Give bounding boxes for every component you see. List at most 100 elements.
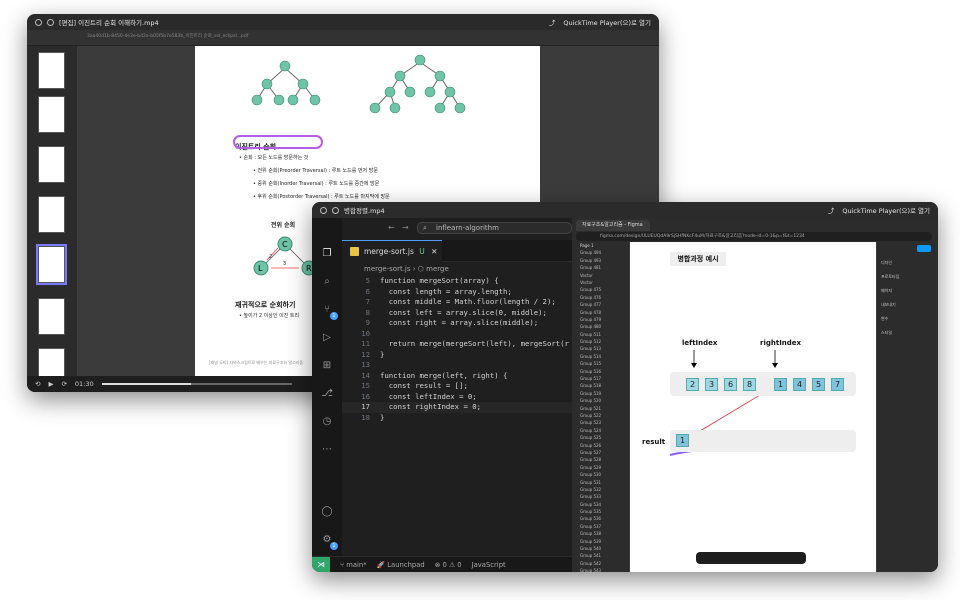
code-line[interactable]: 16 const leftIndex = 0; [342, 392, 572, 403]
layer-item[interactable]: Group 517 [572, 375, 629, 382]
layer-item[interactable]: Group 516 [572, 368, 629, 375]
layer-item[interactable]: Group 541 [572, 552, 629, 559]
open-with-player-button[interactable]: QuickTime Player(으)로 열기 [563, 17, 651, 27]
layer-item[interactable]: Group 523 [572, 419, 629, 426]
url-bar[interactable]: figma.com/design/ULUEUQdA9rSjSHfNKcF4uM/… [576, 232, 932, 241]
figma-page-name[interactable]: Page 1 [572, 242, 629, 249]
git-graph-icon[interactable]: ⎇ [321, 388, 333, 400]
search-icon[interactable]: ⌕ [321, 276, 333, 288]
code-line[interactable]: 6 const length = array.length; [342, 287, 572, 298]
layer-item[interactable]: Group 533 [572, 493, 629, 500]
back-arrow-icon[interactable]: ← [388, 223, 395, 232]
figma-toolbar[interactable] [696, 552, 806, 564]
run-debug-icon[interactable]: ▷ [321, 332, 333, 344]
layer-item[interactable]: Group 539 [572, 538, 629, 545]
extensions-icon[interactable]: ⊞ [321, 360, 333, 372]
layer-item[interactable]: Vector [572, 272, 629, 279]
rewind-icon[interactable]: ⟲ [35, 380, 40, 388]
layer-item[interactable]: Group 511 [572, 331, 629, 338]
layer-item[interactable]: Group 514 [572, 353, 629, 360]
layer-item[interactable]: Group 525 [572, 434, 629, 441]
timeline-icon[interactable]: ◷ [321, 416, 333, 428]
page-thumbnail[interactable] [38, 96, 65, 133]
explorer-icon[interactable]: ❐ [321, 248, 333, 260]
command-center-search[interactable]: ⌕ inflearn-algorithm [417, 222, 572, 234]
code-line[interactable]: 11 return merge(mergeSort(left), mergeSo… [342, 339, 572, 350]
more-icon[interactable]: ⋯ [321, 444, 333, 456]
layer-item[interactable]: Group 518 [572, 382, 629, 389]
layer-item[interactable]: Group 521 [572, 405, 629, 412]
layer-item[interactable]: Group 477 [572, 301, 629, 308]
playback-progress[interactable] [101, 383, 292, 385]
layer-item[interactable]: Group 527 [572, 449, 629, 456]
layer-item[interactable]: Group 537 [572, 523, 629, 530]
share-button[interactable] [917, 245, 931, 252]
layer-item[interactable]: Group 494 [572, 249, 629, 256]
open-with-player-button[interactable]: QuickTime Player(으)로 열기 [842, 205, 930, 215]
layer-item[interactable]: Group 530 [572, 471, 629, 478]
problems-status[interactable]: ⊗ 0 ⚠ 0 [435, 561, 462, 569]
layer-item[interactable]: Group 519 [572, 390, 629, 397]
property-label[interactable]: 변수 [881, 316, 888, 322]
layer-item[interactable]: Group 540 [572, 545, 629, 552]
layer-item[interactable]: Group 524 [572, 427, 629, 434]
code-line[interactable]: 9 const right = array.slice(middle); [342, 318, 572, 329]
layer-item[interactable]: Vector [572, 279, 629, 286]
page-thumbnail-selected[interactable] [36, 244, 67, 285]
code-line[interactable]: 18} [342, 413, 572, 424]
figma-canvas[interactable]: 병합과정 예시 leftIndex rightIndex 23681457 re… [630, 242, 876, 572]
minimize-icon[interactable] [47, 18, 54, 26]
property-label[interactable]: 프로토타입 [881, 274, 899, 280]
layer-item[interactable]: Group 532 [572, 486, 629, 493]
forward-icon[interactable]: ⟳ [61, 380, 66, 388]
layer-item[interactable]: Group 481 [572, 264, 629, 271]
code-area[interactable]: 5 function mergeSort(array) {6 const leng… [342, 276, 572, 423]
layer-item[interactable]: Group 529 [572, 464, 629, 471]
page-thumbnail[interactable] [38, 196, 65, 233]
share-icon[interactable]: ⤴ [828, 205, 835, 215]
play-icon[interactable]: ▶ [48, 380, 53, 388]
code-line[interactable]: 14 function merge(left, right) { [342, 371, 572, 382]
close-tab-icon[interactable]: ✕ [431, 247, 437, 256]
property-label[interactable]: 페이지 [881, 288, 892, 294]
layer-item[interactable]: Group 534 [572, 501, 629, 508]
share-icon[interactable]: ⤴ [549, 17, 556, 27]
layer-item[interactable]: Group 493 [572, 257, 629, 264]
layer-item[interactable]: Group 536 [572, 515, 629, 522]
breadcrumb-file[interactable]: merge-sort.js [364, 265, 411, 273]
code-line[interactable]: 13 [342, 360, 572, 371]
layer-item[interactable]: Group 475 [572, 286, 629, 293]
close-icon[interactable] [320, 206, 327, 214]
layer-item[interactable]: Group 479 [572, 316, 629, 323]
remote-icon[interactable]: ⋊ [312, 556, 330, 572]
tab-merge-sort[interactable]: merge-sort.js U ✕ [342, 240, 442, 262]
layer-item[interactable]: Group 531 [572, 479, 629, 486]
minimize-icon[interactable] [332, 206, 339, 214]
layer-item[interactable]: Group 513 [572, 345, 629, 352]
branch-status[interactable]: ⑂ main* [340, 561, 367, 569]
layer-item[interactable]: Group 535 [572, 508, 629, 515]
close-icon[interactable] [35, 18, 42, 26]
page-thumbnail[interactable] [38, 52, 65, 89]
property-label[interactable]: 스타일 [881, 330, 892, 336]
property-label[interactable]: 내보내기 [881, 302, 896, 308]
layer-item[interactable]: Group 478 [572, 309, 629, 316]
layer-item[interactable]: Group 542 [572, 560, 629, 567]
layer-item[interactable]: Group 526 [572, 442, 629, 449]
layer-item[interactable]: Group 515 [572, 360, 629, 367]
account-icon[interactable]: ◯ [321, 506, 333, 518]
page-thumbnail[interactable] [38, 146, 65, 183]
layer-item[interactable]: Group 543 [572, 567, 629, 572]
layer-item[interactable]: Group 528 [572, 456, 629, 463]
language-status[interactable]: JavaScript [472, 561, 506, 569]
forward-arrow-icon[interactable]: → [402, 223, 409, 232]
layer-item[interactable]: Group 480 [572, 323, 629, 330]
layer-item[interactable]: Group 476 [572, 294, 629, 301]
layer-item[interactable]: Group 512 [572, 338, 629, 345]
layer-item[interactable]: Group 522 [572, 412, 629, 419]
code-line[interactable]: 10 [342, 329, 572, 340]
code-line[interactable]: 12} [342, 350, 572, 361]
code-line[interactable]: 7 const middle = Math.floor(length / 2); [342, 297, 572, 308]
code-line[interactable]: 15 const result = []; [342, 381, 572, 392]
code-line[interactable]: 8 const left = array.slice(0, middle); [342, 308, 572, 319]
